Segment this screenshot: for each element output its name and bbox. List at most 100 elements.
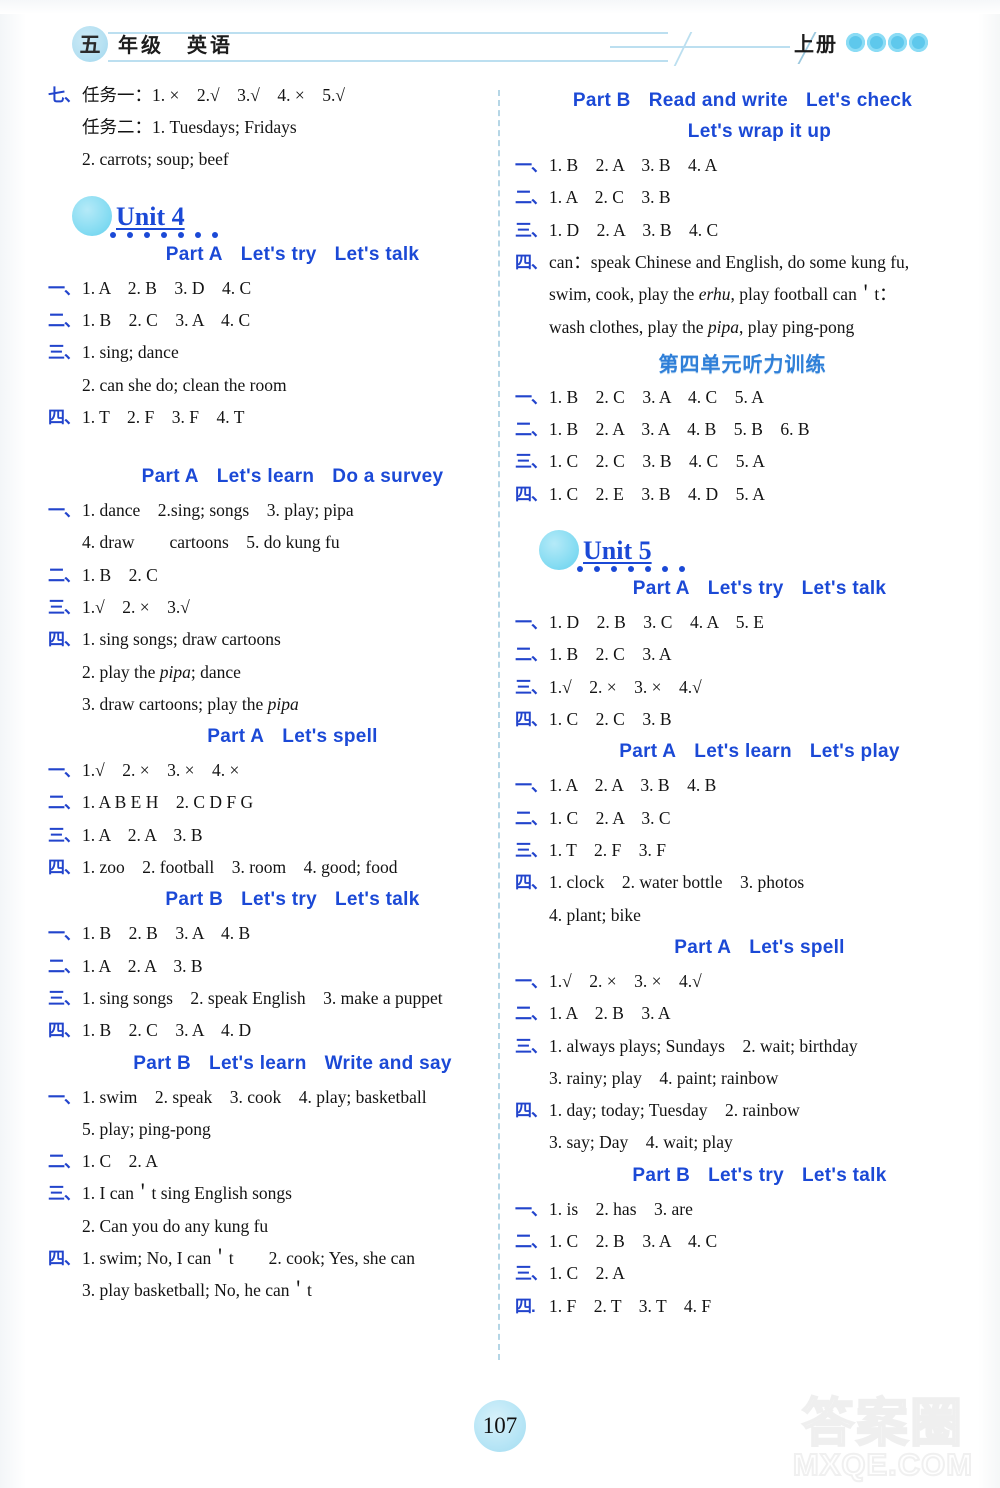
answer-line: 一、 1. dance 2.sing; songs 3. play; pipa <box>48 497 503 524</box>
header-dot-icon <box>867 33 886 52</box>
answer-line-text: 1. B 2. A 3. B 4. A <box>549 155 718 175</box>
unit-dot-icon <box>662 566 668 572</box>
part-title-segment: Let's check <box>806 90 913 111</box>
answer-line-number: 四、 <box>515 873 548 893</box>
answer-line-number: 一、 <box>48 501 81 521</box>
part-title-segment: Part A <box>619 741 677 763</box>
answer-line-text: 1. sing; dance <box>82 342 179 363</box>
part-section-title: Part A Let's spell <box>515 937 970 959</box>
answer-line-text: 1. A 2. B 3. D 4. C <box>82 277 252 298</box>
answer-line-text: 1. B 2. C 3. A <box>549 644 672 665</box>
answer-line-text: 1. B 2. C 3. A 4. C <box>82 309 251 330</box>
answer-line-text: 1. A 2. B 3. A <box>549 1003 671 1024</box>
answer-line: 二、 1. A B E H 2. C D F G <box>48 789 503 816</box>
answer-line-number: 二、 <box>48 956 81 976</box>
header-decorative-dots <box>846 33 928 52</box>
part-title-segment: Part B <box>632 1164 691 1186</box>
answer-line: 二、 1. A 2. C 3. B <box>515 184 970 211</box>
answer-line-number: 三、 <box>48 1184 81 1204</box>
unit-bullet-circle-icon <box>539 530 579 570</box>
answer-line: 一、 1. A 2. A 3. B 4. B <box>515 772 970 799</box>
unit-bullet-circle-icon <box>72 195 112 236</box>
answer-line: 二、 1. B 2. C 3. A <box>515 641 970 668</box>
answer-line-text: 1. C 2. A <box>82 1151 158 1172</box>
answer-line: 一、 1. is 2. has 3. are <box>515 1196 970 1223</box>
answer-line: 四、 can：speak Chinese and English, do some… <box>515 249 970 276</box>
answer-line-text: 1. T 2. F 3. F 4. T <box>82 406 245 427</box>
answer-line: 三、 1. always plays; Sundays 2. wait; birt… <box>515 1033 970 1060</box>
answer-continuation-text: 2. play the pipa; dance <box>82 661 241 682</box>
answer-line-text: 1. swim; No, I can＇t 2. cook; Yes, she c… <box>82 1247 415 1268</box>
answer-line: 四、 1. T 2. F 3. F 4. T <box>48 404 503 431</box>
answer-line: 二、 1. B 2. A 3. A 4. B 5. B 6. B <box>515 416 970 443</box>
answer-line: 三、 1. T 2. F 3. F <box>515 837 970 864</box>
answer-line-number: 一、 <box>48 760 81 780</box>
part-section-title: Part A Let's learn Let's play <box>515 741 970 763</box>
answer-continuation-text: 4. plant; bike <box>549 904 641 925</box>
part-title-segment: Let's talk <box>334 243 420 265</box>
part-title-segment: Let's talk <box>801 578 887 599</box>
answer-line: 四、 1. day; today; Tuesday 2. rainbow <box>515 1097 970 1124</box>
unit-dot-icon <box>577 566 583 572</box>
answer-line-number: 三、 <box>515 220 548 240</box>
answer-line: 三、 1. C 2. A <box>515 1260 970 1287</box>
answer-line-number: 三、 <box>515 841 548 861</box>
unit-underline-dots <box>110 231 218 238</box>
answer-line: 四、 1. C 2. E 3. B 4. D 5. A <box>515 481 970 508</box>
unit-dot-icon <box>178 231 184 238</box>
answer-line: 三、 1. D 2. A 3. B 4. C <box>515 217 970 244</box>
answer-line-text: 1.√ 2. × 3.√ <box>82 596 190 617</box>
right-answer-column: Part B Read and write Let's check Let's wra… <box>515 82 970 1325</box>
part-title-segment: Let's try <box>241 889 317 911</box>
answer-line-number: 二、 <box>515 1231 548 1251</box>
part-section-title: Part A Let's try Let's talk <box>48 244 503 266</box>
answer-line-number: 一、 <box>515 1199 548 1219</box>
answer-line-text: 1. dance 2.sing; songs 3. play; pipa <box>82 500 354 521</box>
answer-line-text: 1. A 2. A 3. B <box>82 955 203 976</box>
answer-continuation-text: 4. draw cartoons 5. do kung fu <box>82 532 340 553</box>
unit-dot-icon <box>628 566 634 572</box>
answer-line-number: 四、 <box>515 253 548 273</box>
answer-line: 四、 1. clock 2. water bottle 3. photos <box>515 869 970 896</box>
answer-line-text: 1. D 2. B 3. C 4. A 5. E <box>549 612 764 632</box>
answer-line-number: 二、 <box>515 188 548 208</box>
header-dot-icon <box>846 33 865 52</box>
answer-line-text: 1. day; today; Tuesday 2. rainbow <box>549 1100 800 1121</box>
answer-line: 二、 1. B 2. C 3. A 4. C <box>48 307 503 334</box>
header-subject-text: 年级 英语 <box>118 34 233 57</box>
answer-line-number: 四. <box>515 1296 536 1316</box>
answer-continuation-text: 3. rainy; play 4. paint; rainbow <box>549 1067 779 1088</box>
answer-line-number: 四、 <box>48 857 81 877</box>
part-title-segment: Let's spell <box>749 936 845 958</box>
part-title-segment: Let's learn <box>209 1052 307 1074</box>
part-title-segment: Part A <box>141 466 199 488</box>
part-title-segment: Part B <box>572 90 631 111</box>
part-title-segment: Do a survey <box>332 466 444 488</box>
answer-line-number: 一、 <box>515 971 548 991</box>
answer-line-text: 1. C 2. C 3. B <box>549 709 672 730</box>
unit-dot-icon <box>161 231 167 238</box>
answer-line: 一、 1. B 2. A 3. B 4. A <box>515 152 970 179</box>
part-section-title: Part B Read and write Let's check <box>515 90 970 112</box>
watermark-en-text: MXQE.COM <box>792 1447 974 1482</box>
answer-line: 四、 1. B 2. C 3. A 4. D <box>48 1017 503 1044</box>
answer-line-number: 二、 <box>515 645 548 665</box>
answer-line-text: 1. T 2. F 3. F <box>549 840 667 861</box>
part-title-segment: Part A <box>165 243 223 265</box>
part-section-title: Part A Let's learn Do a survey <box>48 466 503 488</box>
answer-key-page: 五 年级 英语 上册 七、 任务一：1. × 2.√ 3.√ 4. × 5.√ 任务… <box>0 0 1000 1488</box>
answer-line: 四、 1. C 2. C 3. B <box>515 706 970 733</box>
answer-line-text: 1. swim 2. speak 3. cook 4. play; basket… <box>82 1086 427 1107</box>
answer-line-text: 1. D 2. A 3. B 4. C <box>549 219 719 240</box>
answer-line-number: 二、 <box>48 1152 81 1172</box>
answer-line-number: 四、 <box>515 484 548 504</box>
answer-line: 三、 1.√ 2. × 3.√ <box>48 594 503 621</box>
part-title-segment: Let's try <box>240 243 317 265</box>
answer-line-text: 1. is 2. has 3. are <box>549 1198 693 1219</box>
part-title-segment: Let's try <box>707 578 784 599</box>
answer-line: 七、 任务一：1. × 2.√ 3.√ 4. × 5.√ <box>48 82 503 109</box>
part-title-segment: Part A <box>674 936 732 958</box>
answer-line-text: 1. B 2. C <box>82 564 158 585</box>
answer-line-text: 1. zoo 2. football 3. room 4. good; food <box>82 856 398 877</box>
answer-line: 二、 1. C 2. B 3. A 4. C <box>515 1228 970 1255</box>
